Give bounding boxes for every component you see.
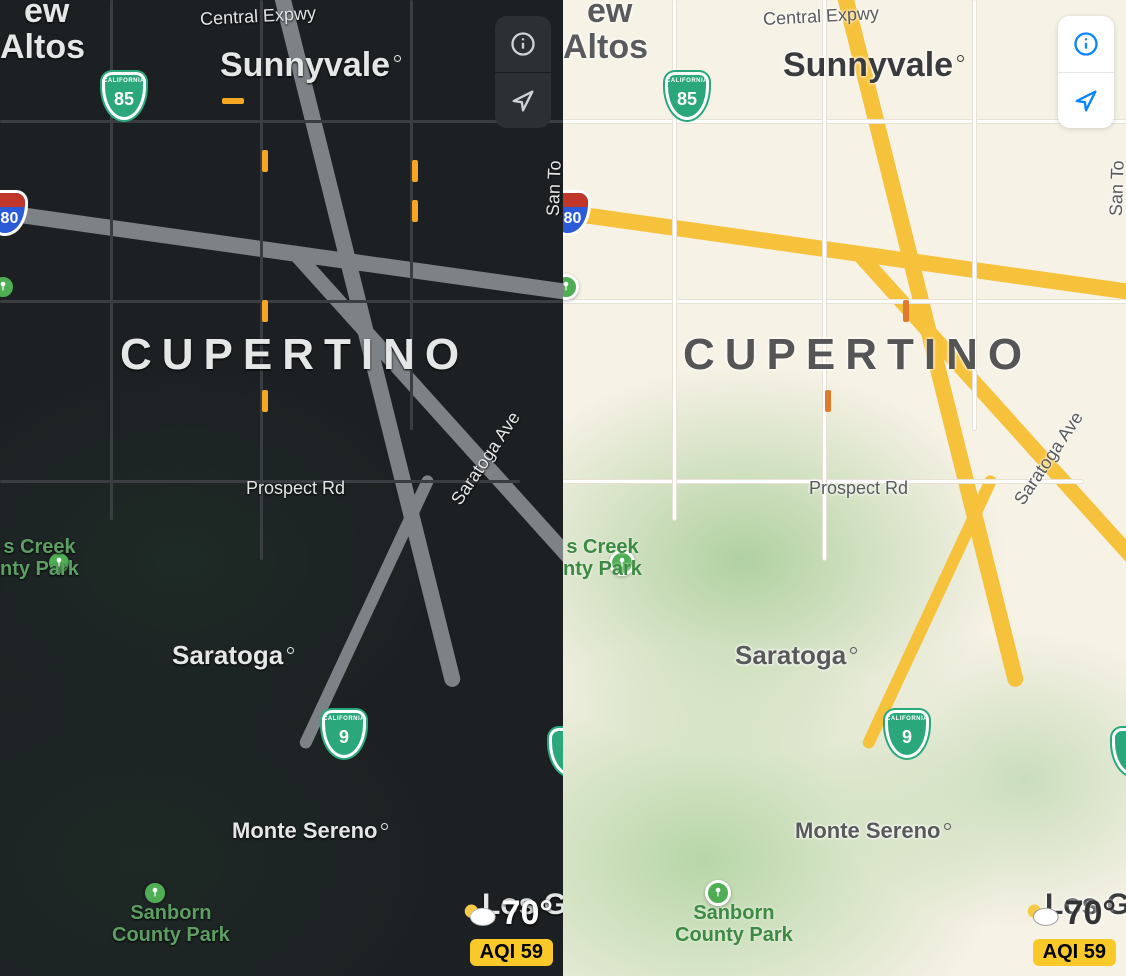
city-dot-icon (381, 823, 388, 830)
label-sunnyvale: Sunnyvale (220, 46, 401, 85)
label-sanborn-park: Sanborn County Park (675, 902, 793, 946)
town-name: Saratoga (172, 640, 283, 670)
bottom-right-stack: 70° AQI 59 (1023, 894, 1116, 966)
label-altos: Altos (0, 28, 85, 67)
split-map-comparison: 280 CALIFORNIA85 CALIFORNIA9 ew Altos Ce… (0, 0, 1126, 976)
shield-number: 85 (114, 89, 134, 110)
traffic-tick (825, 390, 831, 412)
shield-state: CALIFORNIA (666, 78, 708, 84)
town-name: Monte Sereno (795, 818, 940, 843)
label-saratoga: Saratoga (735, 640, 857, 671)
aqi-badge[interactable]: AQI 59 (1033, 939, 1116, 966)
city-dot-icon (944, 823, 951, 830)
shield-state: CALIFORNIA (886, 716, 928, 722)
label-altos: Altos (563, 28, 648, 67)
grid-road (0, 120, 563, 123)
grid-road (563, 300, 1126, 303)
shield-number: 9 (902, 727, 912, 748)
weather-temp: 70° (1065, 894, 1116, 933)
traffic-tick (903, 300, 909, 322)
traffic-tick (262, 300, 268, 322)
location-arrow-icon (509, 87, 537, 115)
city-dot-icon (394, 55, 401, 62)
label-prospect: Prospect Rd (246, 478, 345, 499)
map-pane-dark[interactable]: 280 CALIFORNIA85 CALIFORNIA9 ew Altos Ce… (0, 0, 563, 976)
label-sunnyvale: Sunnyvale (783, 46, 964, 85)
label-ew: ew (24, 0, 69, 31)
partly-cloudy-icon (460, 899, 498, 929)
label-ew: ew (587, 0, 632, 31)
shield-number: 9 (339, 727, 349, 748)
weather-temp: 70° (502, 894, 553, 933)
grid-road (563, 120, 1126, 123)
shield-number: 280 (0, 210, 18, 228)
town-name: Saratoga (735, 640, 846, 670)
city-name: Sunnyvale (783, 46, 953, 84)
city-name: Sunnyvale (220, 46, 390, 84)
label-cupertino: CUPERTINO (683, 330, 1032, 380)
city-dot-icon (957, 55, 964, 62)
weather-widget[interactable]: 70° (1023, 894, 1116, 933)
shield-state: CALIFORNIA (103, 78, 145, 84)
label-monte-sereno: Monte Sereno (795, 818, 951, 844)
town-name: Monte Sereno (232, 818, 377, 843)
map-controls (1058, 16, 1114, 128)
info-icon (1072, 30, 1100, 58)
city-dot-icon (287, 647, 294, 654)
locate-button[interactable] (1058, 72, 1114, 128)
map-pane-light[interactable]: 280 CALIFORNIA85 CALIFORNIA9 ew Altos Ce… (563, 0, 1126, 976)
traffic-tick (262, 390, 268, 412)
bottom-right-stack: 70° AQI 59 (460, 894, 553, 966)
label-san-to: San To (1106, 160, 1126, 216)
label-monte-sereno: Monte Sereno (232, 818, 388, 844)
traffic-tick (262, 150, 268, 172)
label-san-to: San To (543, 160, 563, 216)
weather-widget[interactable]: 70° (460, 894, 553, 933)
aqi-badge[interactable]: AQI 59 (470, 939, 553, 966)
location-arrow-icon (1072, 87, 1100, 115)
shield-state: CALIFORNIA (323, 716, 365, 722)
city-dot-icon (850, 647, 857, 654)
label-cupertino: CUPERTINO (120, 330, 469, 380)
partly-cloudy-icon (1023, 899, 1061, 929)
label-sanborn-park: Sanborn County Park (112, 902, 230, 946)
label-stevens-creek-park: s Creek nty Park (0, 536, 79, 580)
label-stevens-creek-park: s Creek nty Park (563, 536, 642, 580)
info-button[interactable] (495, 16, 551, 72)
traffic-tick (222, 98, 244, 104)
map-controls (495, 16, 551, 128)
traffic-tick (412, 200, 418, 222)
info-icon (509, 30, 537, 58)
shield-number: 85 (677, 89, 697, 110)
locate-button[interactable] (495, 72, 551, 128)
grid-road (0, 300, 563, 303)
label-prospect: Prospect Rd (809, 478, 908, 499)
label-saratoga: Saratoga (172, 640, 294, 671)
shield-number: 280 (563, 210, 581, 228)
traffic-tick (412, 160, 418, 182)
info-button[interactable] (1058, 16, 1114, 72)
